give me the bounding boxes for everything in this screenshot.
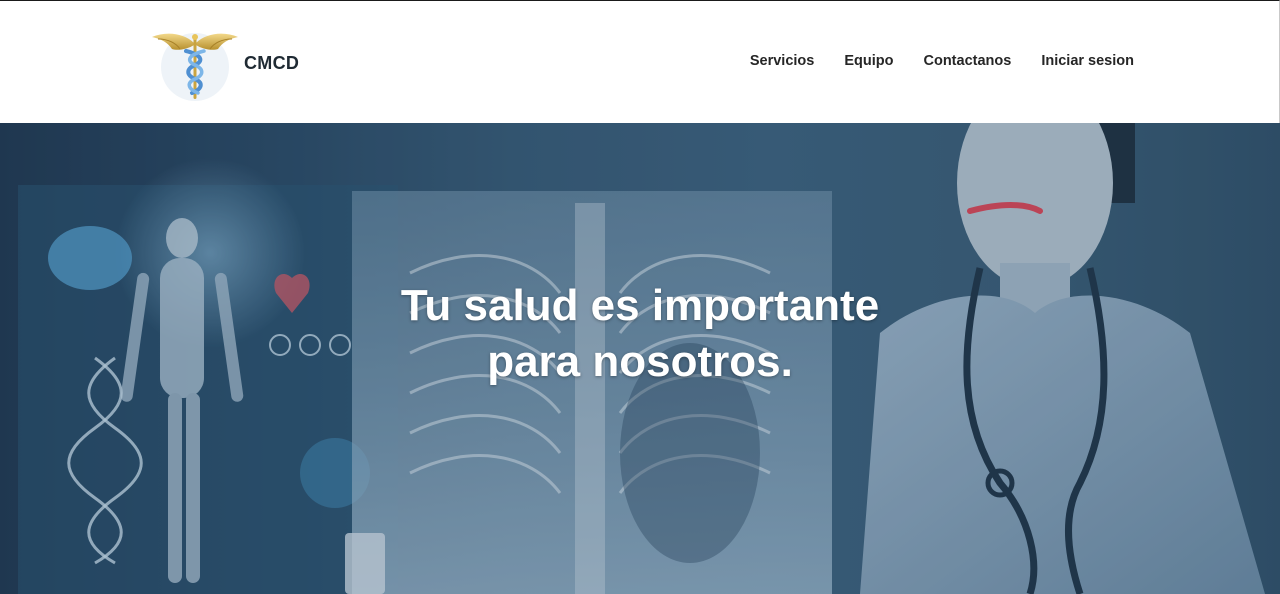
hero-title: Tu salud es importante para nosotros. [340,278,940,390]
main-nav: Servicios Equipo Contactanos Iniciar ses… [750,53,1134,69]
navbar: CMCD Servicios Equipo Contactanos Inicia… [0,0,1280,123]
nav-contactanos[interactable]: Contactanos [923,53,1011,69]
hero-banner: Tu salud es importante para nosotros. [0,123,1280,594]
hero-title-line-2: para nosotros. [487,337,793,386]
brand-name: CMCD [244,53,300,73]
nav-equipo[interactable]: Equipo [844,53,893,69]
caduceus-icon [152,33,238,101]
brand[interactable]: CMCD [150,27,299,103]
nav-servicios[interactable]: Servicios [750,53,815,69]
nav-iniciar-sesion[interactable]: Iniciar sesion [1041,53,1134,69]
hero-title-line-1: Tu salud es importante [400,281,880,330]
